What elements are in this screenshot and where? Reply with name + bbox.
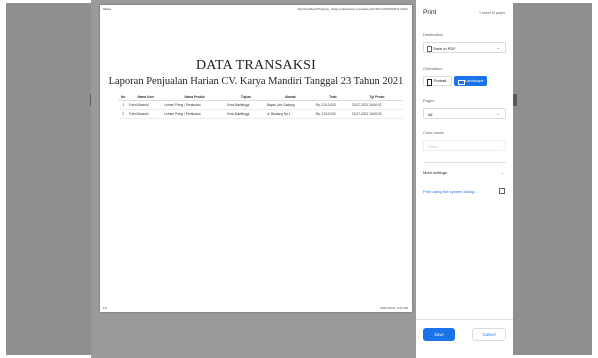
cell-product: Lemari Piring / Perabotan (163, 109, 227, 119)
orientation-toggle: Portrait Landscape (423, 76, 506, 86)
open-in-new-icon (499, 188, 505, 194)
cell-total: Rp. 2.512.000 (314, 109, 351, 119)
pages-value: All (428, 112, 433, 117)
destination-value: Save to PDF (433, 46, 456, 51)
document-icon (427, 45, 432, 52)
chevron-down-icon: ⌄ (496, 45, 500, 50)
chevron-down-icon: ⌄ (500, 170, 504, 175)
print-settings-panel: Print 1 sheet of paper Destination Save … (416, 0, 513, 358)
transactions-table: No Nama User Nama Produk Tujuan Alamat T… (118, 94, 403, 119)
save-button[interactable]: Save (423, 328, 455, 341)
portrait-icon (427, 79, 432, 86)
table-row: 2 Fahri Marzuki Lemari Piring / Perabota… (118, 109, 403, 119)
cell-product: Lemari Piring / Perabotan (163, 100, 227, 110)
destination-select[interactable]: Save to PDF ⌄ (423, 42, 506, 53)
cell-no: 1 (118, 100, 129, 110)
cell-destination: Kota Bukittinggi (226, 109, 266, 119)
cell-user: Fahri Marzuki (128, 100, 164, 110)
footer-divider (416, 319, 513, 320)
print-dialog-title: Print (423, 9, 437, 16)
portrait-label: Portrait (434, 79, 447, 83)
chevron-down-icon: ⌄ (496, 143, 500, 148)
cell-destination: Kota Bukittinggi (226, 100, 266, 110)
page-footer-left: 1/1 (103, 306, 108, 310)
page-header-url: http://localhost/Program_Stieje-Indeks/w… (297, 7, 408, 11)
cell-address: Jr. Bantang No.1 (265, 109, 315, 119)
color-mode-select[interactable]: Color ⌄ (423, 140, 506, 151)
sheet-count: 1 sheet of paper (479, 11, 505, 15)
system-dialog-link[interactable]: Print using the system dialog... (423, 189, 477, 194)
color-mode-value: Color (428, 144, 438, 149)
more-settings-toggle[interactable]: More settings ⌄ (423, 170, 506, 175)
page-footer-right: 23/07/2021, 9:47 AM (380, 306, 408, 310)
landscape-button[interactable]: Landscape (454, 76, 487, 86)
landscape-icon (458, 80, 465, 85)
more-settings-label: More settings (423, 170, 448, 175)
chevron-down-icon: ⌄ (496, 111, 500, 116)
pages-select[interactable]: All ⌄ (423, 108, 506, 119)
cell-total: Rp. 2.512.000 (314, 100, 351, 110)
pages-label: Pages (423, 98, 435, 103)
destination-label: Destination (423, 32, 444, 37)
page-header-left: Slides (103, 7, 112, 11)
preview-page: Slides http://localhost/Program_Stieje-I… (100, 5, 412, 312)
screen: Slides http://localhost/Program_Stieje-I… (0, 0, 598, 358)
orientation-label: Orientation (423, 66, 443, 71)
color-mode-label: Color mode (423, 130, 444, 135)
report-title: DATA TRANSAKSI (195, 58, 317, 73)
cell-date: 23-07-2021 16:50:02 (350, 109, 403, 119)
cell-user: Fahri Marzuki (128, 109, 164, 119)
portrait-button[interactable]: Portrait (423, 76, 452, 86)
cancel-button[interactable]: Cancel (472, 328, 506, 341)
divider (423, 162, 506, 163)
table-row: 1 Fahri Marzuki Lemari Piring / Perabota… (118, 100, 403, 110)
cell-address: Bayan Jorr Gadang (265, 100, 315, 110)
right-edge-handle (513, 94, 517, 106)
cell-date: 23-07-2021 16:50:02 (350, 100, 403, 110)
landscape-label: Landscape (465, 79, 484, 83)
cell-no: 2 (118, 109, 129, 119)
report-subtitle: Laporan Penjualan Harian CV. Karya Mandi… (108, 76, 404, 87)
